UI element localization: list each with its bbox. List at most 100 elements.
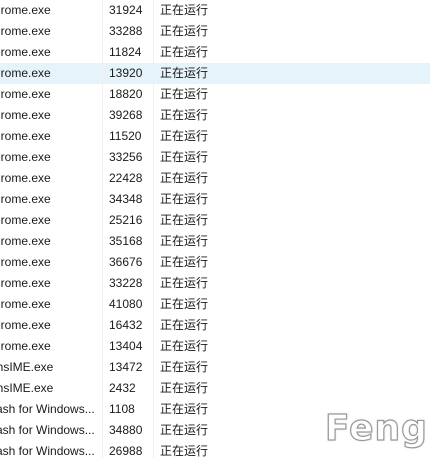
status-cell-text: 正在运行 [160, 360, 209, 374]
process-name-cell-text: ChsIME.exe [0, 360, 54, 374]
pid-cell-text: 25216 [109, 213, 143, 227]
pid-cell: 1108 [109, 399, 151, 420]
pid-cell: 18820 [109, 84, 151, 105]
process-name-cell: Bash for Windows... [0, 420, 100, 441]
process-name-cell: chrome.exe [0, 21, 100, 42]
table-row[interactable]: chrome.exe 18820 正在运行 [0, 84, 430, 105]
pid-cell-text: 26988 [109, 444, 143, 458]
table-row[interactable]: ChsIME.exe 13472 正在运行 [0, 357, 430, 378]
status-cell-text: 正在运行 [160, 339, 209, 353]
table-row[interactable]: chrome.exe 22428 正在运行 [0, 168, 430, 189]
status-cell-text: 正在运行 [160, 66, 209, 80]
status-cell-text: 正在运行 [160, 255, 209, 269]
status-cell-text: 正在运行 [160, 45, 209, 59]
pid-cell: 2432 [109, 378, 151, 399]
status-cell-text: 正在运行 [160, 24, 209, 38]
table-row[interactable]: chrome.exe 11824 正在运行 [0, 42, 430, 63]
pid-cell: 34880 [109, 420, 151, 441]
status-cell: 正在运行 [160, 273, 240, 294]
process-name-cell-text: chrome.exe [0, 108, 51, 122]
table-row[interactable]: ChsIME.exe 2432 正在运行 [0, 378, 430, 399]
status-cell: 正在运行 [160, 42, 240, 63]
process-name-cell-text: chrome.exe [0, 87, 51, 101]
pid-cell-text: 16432 [109, 318, 143, 332]
status-cell: 正在运行 [160, 105, 240, 126]
pid-cell-text: 41080 [109, 297, 143, 311]
status-cell: 正在运行 [160, 21, 240, 42]
status-cell-text: 正在运行 [160, 402, 209, 416]
process-name-cell: chrome.exe [0, 168, 100, 189]
pid-cell-text: 13920 [109, 66, 143, 80]
pid-cell: 36676 [109, 252, 151, 273]
column-divider-name-pid[interactable] [102, 0, 103, 458]
status-cell: 正在运行 [160, 315, 240, 336]
status-cell: 正在运行 [160, 357, 240, 378]
status-cell: 正在运行 [160, 84, 240, 105]
pid-cell: 34348 [109, 189, 151, 210]
process-name-cell-text: chrome.exe [0, 192, 51, 206]
table-row[interactable]: chrome.exe 11520 正在运行 [0, 126, 430, 147]
column-divider-pid-status[interactable] [153, 0, 154, 458]
process-name-cell-text: Bash for Windows... [0, 444, 95, 458]
pid-cell: 31924 [109, 0, 151, 21]
status-cell: 正在运行 [160, 0, 240, 21]
watermark-logo: Feng [324, 407, 428, 449]
pid-cell-text: 11520 [109, 129, 142, 143]
table-row[interactable]: chrome.exe 13920 正在运行 [0, 63, 430, 84]
process-name-cell: chrome.exe [0, 336, 100, 357]
status-cell-text: 正在运行 [160, 444, 209, 458]
table-row[interactable]: chrome.exe 25216 正在运行 [0, 210, 430, 231]
process-name-cell-text: chrome.exe [0, 3, 51, 17]
process-name-cell-text: ChsIME.exe [0, 381, 54, 395]
table-row[interactable]: chrome.exe 36676 正在运行 [0, 252, 430, 273]
process-name-cell-text: Bash for Windows... [0, 402, 95, 416]
status-cell: 正在运行 [160, 378, 240, 399]
table-row[interactable]: chrome.exe 16432 正在运行 [0, 315, 430, 336]
table-row[interactable]: chrome.exe 41080 正在运行 [0, 294, 430, 315]
table-row[interactable]: chrome.exe 33228 正在运行 [0, 273, 430, 294]
pid-cell: 33228 [109, 273, 151, 294]
pid-cell-text: 13404 [109, 339, 143, 353]
pid-cell-text: 34348 [109, 192, 143, 206]
status-cell-text: 正在运行 [160, 171, 209, 185]
status-cell-text: 正在运行 [160, 297, 209, 311]
pid-cell-text: 2432 [109, 381, 136, 395]
pid-cell: 13920 [109, 63, 151, 84]
process-name-cell: chrome.exe [0, 210, 100, 231]
pid-cell: 11824 [109, 42, 151, 63]
process-name-cell: chrome.exe [0, 252, 100, 273]
status-cell-text: 正在运行 [160, 129, 209, 143]
process-name-cell: chrome.exe [0, 273, 100, 294]
pid-cell-text: 35168 [109, 234, 143, 248]
table-row[interactable]: chrome.exe 35168 正在运行 [0, 231, 430, 252]
table-row[interactable]: chrome.exe 33288 正在运行 [0, 21, 430, 42]
table-row[interactable]: chrome.exe 34348 正在运行 [0, 189, 430, 210]
table-row[interactable]: chrome.exe 39268 正在运行 [0, 105, 430, 126]
status-cell: 正在运行 [160, 441, 240, 462]
status-cell: 正在运行 [160, 252, 240, 273]
process-name-cell: chrome.exe [0, 0, 100, 21]
process-name-cell-text: chrome.exe [0, 297, 51, 311]
process-name-cell-text: chrome.exe [0, 213, 51, 227]
table-row[interactable]: chrome.exe 33256 正在运行 [0, 147, 430, 168]
pid-cell: 35168 [109, 231, 151, 252]
pid-cell: 26988 [109, 441, 151, 462]
status-cell-text: 正在运行 [160, 150, 209, 164]
process-name-cell-text: chrome.exe [0, 318, 51, 332]
pid-cell-text: 18820 [109, 87, 143, 101]
process-name-cell: chrome.exe [0, 147, 100, 168]
pid-cell-text: 39268 [109, 108, 143, 122]
status-cell-text: 正在运行 [160, 3, 209, 17]
pid-cell: 11520 [109, 126, 151, 147]
process-name-cell: chrome.exe [0, 294, 100, 315]
pid-cell-text: 22428 [109, 171, 143, 185]
process-name-cell: chrome.exe [0, 231, 100, 252]
status-cell: 正在运行 [160, 210, 240, 231]
table-row[interactable]: chrome.exe 13404 正在运行 [0, 336, 430, 357]
status-cell: 正在运行 [160, 399, 240, 420]
process-name-cell-text: chrome.exe [0, 276, 51, 290]
status-cell-text: 正在运行 [160, 381, 209, 395]
pid-cell-text: 31924 [109, 3, 143, 17]
status-cell-text: 正在运行 [160, 423, 209, 437]
table-row[interactable]: chrome.exe 31924 正在运行 [0, 0, 430, 21]
